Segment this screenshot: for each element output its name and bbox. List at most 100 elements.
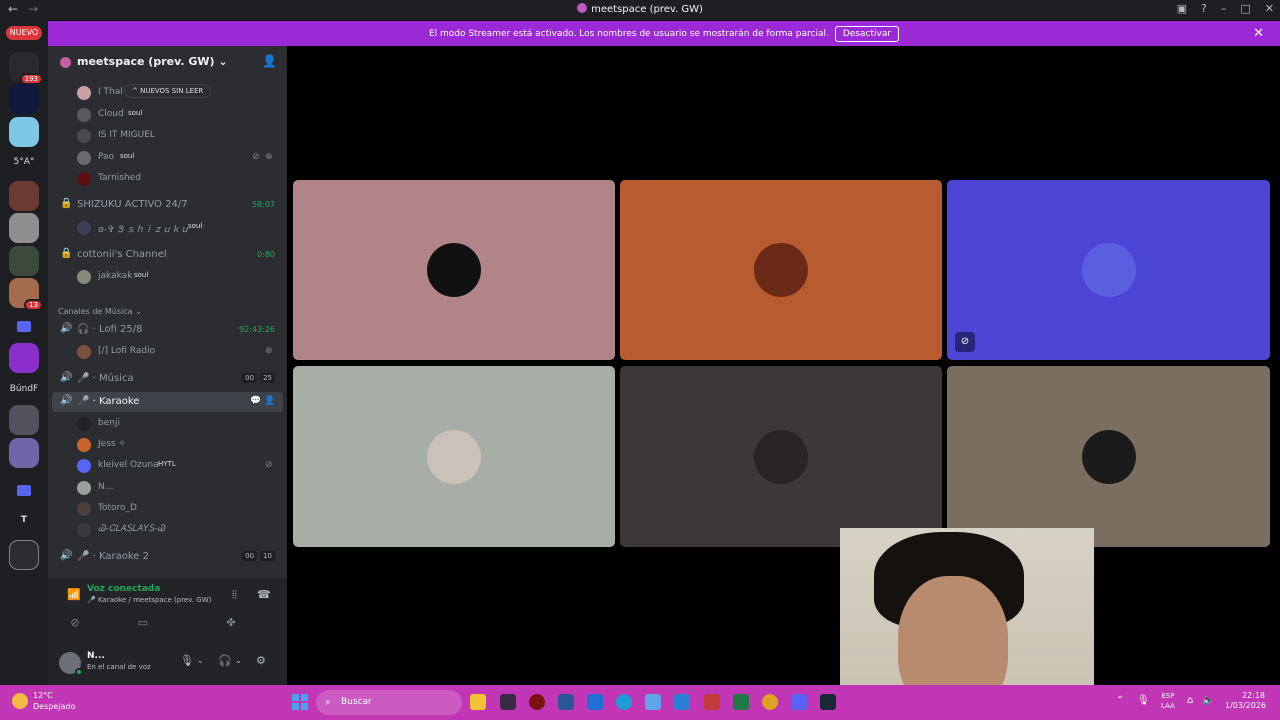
edge-icon[interactable] (616, 694, 632, 710)
steam-icon[interactable] (820, 694, 836, 710)
avatar (77, 221, 91, 235)
server-icon-league[interactable]: 193 (9, 52, 43, 85)
clock[interactable]: 22:18 1/03/2026 (1225, 691, 1266, 711)
microphone-icon[interactable]: 🎙 (180, 654, 194, 667)
windows-start-icon[interactable] (292, 694, 308, 710)
voice-channel-karaoke-2[interactable]: 🔊 🎤 · Karaoke 2 00 10 (48, 547, 287, 567)
voice-location[interactable]: 🎤 Karaoke / meetspace (prev. GW) (87, 596, 211, 604)
server-icon-16[interactable] (9, 540, 39, 570)
volume-icon[interactable]: 🔈 (1202, 695, 1214, 706)
list-item[interactable]: Cloud soul (48, 105, 287, 125)
microphone-icon[interactable]: 🎙 (1137, 695, 1150, 706)
folder-icon[interactable] (17, 485, 31, 496)
headphones-icon[interactable]: 🎧 (218, 654, 232, 667)
word-icon[interactable] (558, 694, 574, 710)
video-tile-3[interactable]: ⊘ (947, 180, 1270, 360)
activities-icon[interactable]: ✤ (206, 616, 256, 629)
new-unread-pill[interactable]: ^ NUEVOS SIN LEER (124, 84, 212, 98)
app-icon[interactable] (587, 694, 603, 710)
voice-channel-shizuku[interactable]: 🔒 SHIZUKU ACTIVO 24/7 58:07 (48, 195, 287, 215)
signal-icon[interactable]: 📶 (67, 588, 81, 601)
list-item[interactable]: Totoro_D (48, 499, 287, 519)
list-item[interactable]: IS IT MIGUEL (48, 126, 287, 146)
server-icon-5[interactable] (9, 181, 39, 211)
gear-icon[interactable]: ⚙ (256, 654, 266, 667)
list-item[interactable]: kleivel Ozuna HYTL ⊘ (48, 456, 287, 476)
video-tile-5[interactable] (620, 366, 942, 547)
voice-channel-karaoke[interactable]: 🔊 🎤 · Karaoke 💬 👤 (52, 392, 283, 412)
video-tile-2[interactable] (620, 180, 942, 360)
server-icon-12[interactable] (9, 405, 39, 435)
app-icon[interactable] (704, 694, 720, 710)
server-label-bundf[interactable]: BúndF (4, 384, 44, 394)
server-icon-3[interactable] (9, 117, 39, 147)
inbox-icon[interactable]: ▣ (1177, 2, 1187, 15)
help-icon[interactable]: ? (1201, 2, 1207, 15)
list-item[interactable]: Ꮚ-ᏟᏞᎪᏚᏞᎪYᏚ-Ꮚ (48, 520, 287, 540)
weather-condition[interactable]: Despejado (33, 702, 75, 711)
server-icon-8[interactable]: 13 (9, 278, 43, 311)
add-user-icon[interactable]: 👤 (262, 54, 277, 68)
server-icon-10[interactable] (9, 343, 39, 373)
folder-icon[interactable] (17, 321, 31, 332)
video-tile-6[interactable] (947, 366, 1270, 547)
chevron-up-icon[interactable]: ⌃ (1116, 695, 1124, 706)
server-name: meetspace (prev. GW) ⌄ (77, 55, 228, 68)
chat-icon[interactable]: 💬 (250, 396, 261, 406)
disable-streamer-button[interactable]: Desactivar (834, 25, 900, 42)
user-status: En el canal de voz (87, 663, 151, 671)
new-badge[interactable]: NUEVO (6, 26, 42, 40)
video-tile-1[interactable] (293, 180, 615, 360)
camera-off-icon[interactable]: ⊘ (50, 616, 100, 629)
chevron-down-icon[interactable]: ⌄ (235, 656, 242, 665)
app-icon[interactable] (674, 694, 690, 710)
maximize-button[interactable]: □ (1240, 2, 1250, 15)
chevron-down-icon[interactable]: ⌄ (197, 656, 204, 665)
list-item[interactable]: benji (48, 414, 287, 434)
taskbar-search[interactable]: ⌕ Buscar (316, 690, 462, 715)
discord-icon[interactable] (791, 694, 807, 710)
server-label-5a[interactable]: 5°A° (4, 157, 44, 167)
noise-suppression-icon[interactable]: ⦙⦙ (232, 588, 237, 602)
weather-temp[interactable]: 12°C (33, 691, 53, 700)
server-icon-2[interactable] (9, 84, 39, 114)
username[interactable]: N... (87, 651, 105, 661)
app-icon[interactable] (500, 694, 516, 710)
language-indicator[interactable]: ESP LAA (1161, 691, 1175, 711)
list-item[interactable]: jakakak soul (48, 267, 287, 287)
list-item[interactable]: Tarnished (48, 169, 287, 189)
screen-share-icon[interactable]: ▭ (118, 616, 168, 629)
close-window-button[interactable]: ✕ (1265, 2, 1274, 15)
voice-channel-musica[interactable]: 🔊 🎤 · Música 00 25 (48, 369, 287, 389)
video-tile-4[interactable] (293, 366, 615, 547)
app-icon[interactable] (645, 694, 661, 710)
avatar (77, 502, 91, 516)
list-item[interactable]: N... (48, 478, 287, 498)
list-item[interactable]: Pao soul ⊘ ⊗ (48, 148, 287, 168)
server-label-t[interactable]: T (4, 515, 44, 525)
minimize-button[interactable]: – (1221, 2, 1227, 15)
invite-icon[interactable]: 👤 (264, 396, 275, 406)
voice-channel-cottonii[interactable]: 🔒 cottonii's Channel 0:80 (48, 245, 287, 265)
voice-channel-lofi[interactable]: 🔊 🎧 · Lofi 25/8 92:43:26 (48, 320, 287, 340)
category-music[interactable]: Canales de Música ⌄ (48, 302, 287, 322)
server-icon-7[interactable] (9, 246, 39, 276)
file-explorer-icon[interactable] (470, 694, 486, 710)
chrome-icon[interactable] (762, 694, 778, 710)
list-item[interactable]: ɞ-✞ Ꮥ ｓｈｉｚｕｋｕ ˙˙˙ soul (48, 218, 287, 238)
mute-icon: ⊘ (265, 460, 273, 470)
mute-icon: ⊘ (955, 332, 975, 352)
list-item[interactable]: [/] Lofi Radio ⊗ (48, 342, 287, 362)
disconnect-icon[interactable]: ☎ (257, 588, 271, 601)
app-icon[interactable] (529, 694, 545, 710)
wifi-icon[interactable]: ⌂ (1187, 695, 1193, 706)
server-icon-6[interactable] (9, 213, 39, 243)
channel-timer: 58:07 (251, 200, 275, 209)
list-item[interactable]: Jess ✧ (48, 435, 287, 455)
excel-icon[interactable] (733, 694, 749, 710)
weather-icon[interactable] (12, 693, 28, 709)
server-header[interactable]: meetspace (prev. GW) ⌄ 👤 (48, 46, 287, 78)
server-icon-13[interactable] (9, 438, 39, 468)
voice-status[interactable]: Voz conectada (87, 584, 160, 594)
close-icon[interactable]: ✕ (1253, 26, 1264, 41)
